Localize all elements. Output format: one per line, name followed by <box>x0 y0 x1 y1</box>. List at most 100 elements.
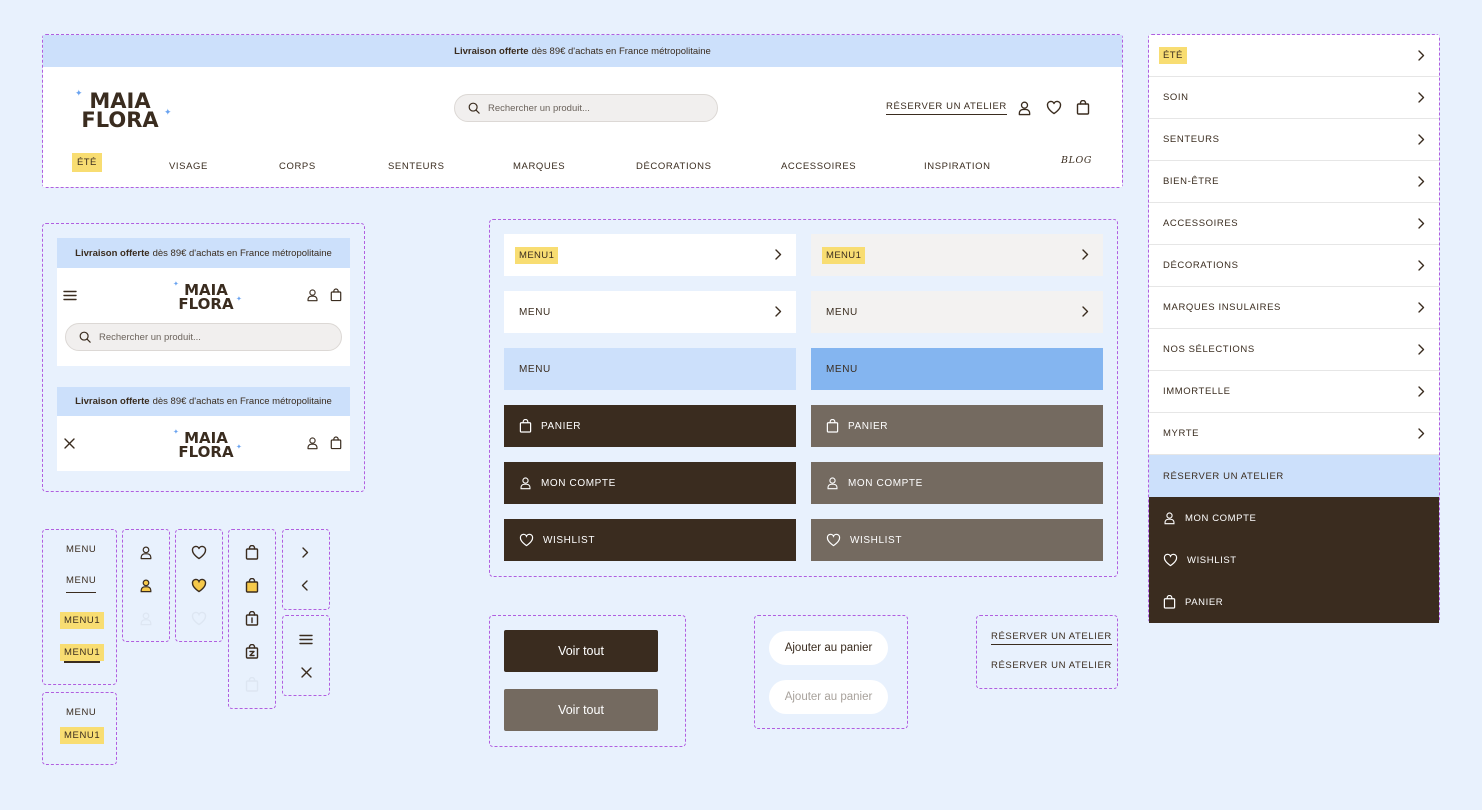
compte-row-default[interactable]: MON COMPTE <box>504 462 796 504</box>
chevron-right-icon <box>1082 306 1089 317</box>
wishlist-row-hover[interactable]: WISHLIST <box>811 519 1103 561</box>
nav-item-corps[interactable]: CORPS <box>279 161 316 172</box>
heart-icon-hover[interactable] <box>191 578 207 593</box>
chevron-icons-frame <box>282 529 330 610</box>
nav-item-senteurs[interactable]: SENTEURS <box>388 161 445 172</box>
bag-icon <box>1163 595 1176 609</box>
close-icon[interactable] <box>301 667 312 678</box>
user-icon <box>1164 512 1175 525</box>
sidebar-compte[interactable]: MON COMPTE <box>1149 497 1439 539</box>
sidebar-item-senteurs[interactable]: SENTEURS <box>1149 119 1439 161</box>
bag-icon[interactable] <box>245 545 259 560</box>
heart-icon[interactable] <box>191 545 207 560</box>
ajouter-panier-button[interactable]: Ajouter au panier <box>769 631 888 665</box>
compte-row-hover[interactable]: MON COMPTE <box>811 462 1103 504</box>
bag-icon-with-count[interactable] <box>245 644 259 659</box>
sidebar-item-ete[interactable]: ÉTÉ <box>1149 35 1439 77</box>
chevron-right-icon <box>1418 176 1425 187</box>
nav-item-visage[interactable]: VISAGE <box>169 161 208 172</box>
close-icon[interactable] <box>64 438 75 449</box>
bag-icon[interactable] <box>1076 100 1090 115</box>
chevron-left-icon[interactable] <box>301 580 309 591</box>
menu-state-active[interactable]: MENU <box>66 575 97 593</box>
logo-sparkle-icon: ✦ <box>164 107 172 117</box>
panier-row-default[interactable]: PANIER <box>504 405 796 447</box>
nav-item-decorations[interactable]: DÉCORATIONS <box>636 161 712 172</box>
sidebar-item-accessoires[interactable]: ACCESSOIRES <box>1149 203 1439 245</box>
mobile-logo[interactable]: MAIA FLORA <box>170 431 242 460</box>
mobile-search-input[interactable]: Rechercher un produit... <box>65 323 342 351</box>
voir-tout-button-hover[interactable]: Voir tout <box>504 689 658 731</box>
bag-icon <box>826 419 839 433</box>
bag-icon-hover[interactable] <box>245 578 259 593</box>
nav-item-accessoires[interactable]: ACCESSOIRES <box>781 161 856 172</box>
menu-mobile-state[interactable]: MENU <box>66 707 96 718</box>
bag-icon-with-count[interactable] <box>245 611 259 626</box>
chevron-right-icon <box>1418 260 1425 271</box>
user-icon-disabled <box>140 612 152 626</box>
logo-sparkle-icon: ✦ <box>173 429 179 436</box>
user-icon[interactable] <box>306 436 319 450</box>
sidebar-item-marques-insulaires[interactable]: MARQUES INSULAIRES <box>1149 287 1439 329</box>
user-icon-hover[interactable] <box>139 578 153 593</box>
sidebar-wishlist[interactable]: WISHLIST <box>1149 539 1439 581</box>
sidebar-item-immortelle[interactable]: IMMORTELLE <box>1149 371 1439 413</box>
ajouter-panier-button-disabled: Ajouter au panier <box>769 680 888 714</box>
user-icon[interactable] <box>306 288 319 302</box>
panier-row-hover[interactable]: PANIER <box>811 405 1103 447</box>
menu-row-highlight-hover[interactable]: MENU <box>811 348 1103 390</box>
chevron-right-icon <box>1418 134 1425 145</box>
nav-item-marques[interactable]: MARQUES <box>513 161 565 172</box>
bag-icon[interactable] <box>330 436 342 450</box>
user-icon[interactable] <box>1017 100 1032 116</box>
wishlist-row-default[interactable]: WISHLIST <box>504 519 796 561</box>
nav-item-inspiration[interactable]: INSPIRATION <box>924 161 991 172</box>
bag-icon[interactable] <box>330 288 342 302</box>
sidebar-item-soin[interactable]: SOIN <box>1149 77 1439 119</box>
sidebar-item-bien-etre[interactable]: BIEN-ÊTRE <box>1149 161 1439 203</box>
menu-state-default[interactable]: MENU <box>66 544 96 555</box>
logo[interactable]: MAIA FLORA <box>70 90 170 131</box>
sidebar-item-nos-selections[interactable]: NOS SÉLECTIONS <box>1149 329 1439 371</box>
logo-sparkle-icon: ✦ <box>236 444 242 451</box>
chevron-right-icon[interactable] <box>301 547 309 558</box>
sidebar-item-decorations[interactable]: DÉCORATIONS <box>1149 245 1439 287</box>
burger-menu-icon[interactable] <box>299 634 313 645</box>
search-icon <box>79 331 91 343</box>
burger-menu-icon[interactable] <box>63 290 77 301</box>
menu1-row-hover[interactable]: MENU1 <box>811 234 1103 276</box>
chevron-right-icon <box>1418 428 1425 439</box>
heart-icon[interactable] <box>1046 100 1062 115</box>
search-icon <box>468 102 480 114</box>
nav-item-blog[interactable]: BLOG <box>1061 155 1092 166</box>
search-input[interactable]: Rechercher un produit... <box>454 94 718 122</box>
menu1-mobile-state[interactable]: MENU1 <box>60 727 105 744</box>
logo-sparkle-icon: ✦ <box>173 281 179 288</box>
user-icon <box>520 477 531 490</box>
atelier-links-frame <box>976 615 1118 689</box>
user-icon[interactable] <box>139 545 153 560</box>
chevron-right-icon <box>1418 92 1425 103</box>
heart-icon <box>519 533 534 547</box>
atelier-link-default[interactable]: RÉSERVER UN ATELIER <box>991 631 1112 645</box>
atelier-link[interactable]: RÉSERVER UN ATELIER <box>886 101 1007 115</box>
heart-icon <box>1163 553 1178 567</box>
menu-row-hover[interactable]: MENU <box>811 291 1103 333</box>
nav-item-ete[interactable]: ÉTÉ <box>72 153 102 172</box>
menu1-row-default[interactable]: MENU1 <box>504 234 796 276</box>
bag-icon-disabled <box>245 677 259 692</box>
menu-row-default[interactable]: MENU <box>504 291 796 333</box>
sidebar-atelier[interactable]: RÉSERVER UN ATELIER <box>1149 455 1439 497</box>
menu1-state-active[interactable]: MENU1 <box>60 644 105 661</box>
bag-icon <box>519 419 532 433</box>
sidebar-panier[interactable]: PANIER <box>1149 581 1439 623</box>
user-icon <box>827 477 838 490</box>
menu-row-highlight[interactable]: MENU <box>504 348 796 390</box>
voir-tout-button[interactable]: Voir tout <box>504 630 658 672</box>
atelier-link-hover[interactable]: RÉSERVER UN ATELIER <box>991 660 1112 671</box>
sidebar-item-myrte[interactable]: MYRTE <box>1149 413 1439 455</box>
menu1-state-default[interactable]: MENU1 <box>60 612 105 629</box>
mobile-announce-bar-open: Livraison offerte dès 89€ d'achats en Fra… <box>57 387 350 416</box>
mobile-logo[interactable]: MAIA FLORA <box>170 283 242 312</box>
logo-sparkle-icon: ✦ <box>75 88 83 98</box>
